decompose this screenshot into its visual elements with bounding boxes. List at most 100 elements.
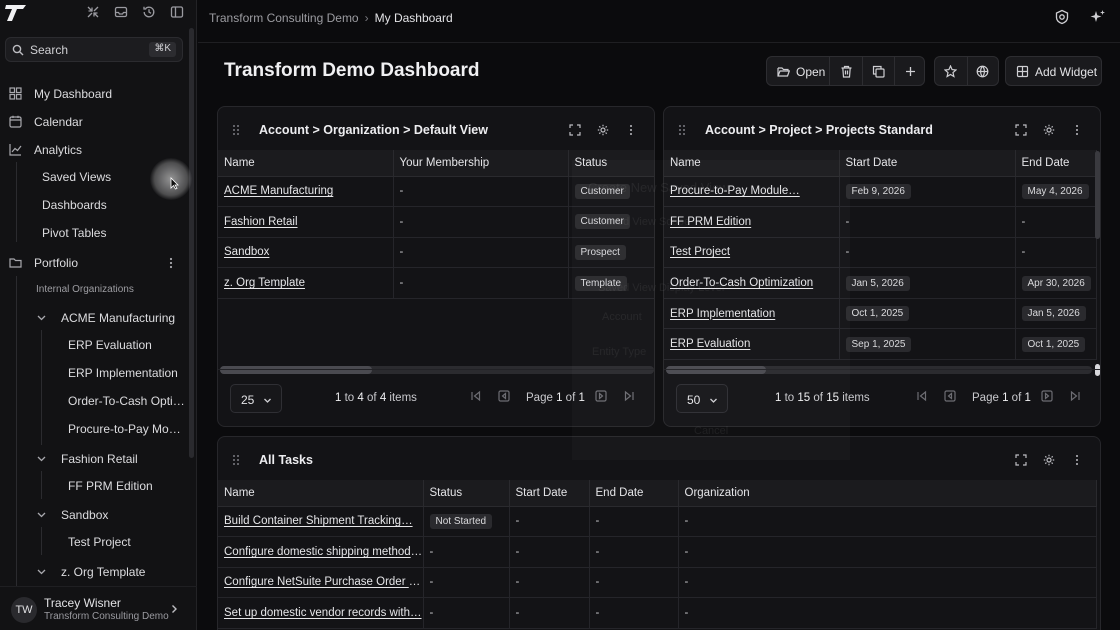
trash-icon[interactable] — [840, 65, 853, 78]
history-icon[interactable] — [142, 5, 156, 19]
sidebar-item-acme[interactable]: ACME Manufacturing — [0, 307, 188, 329]
previous-page-icon[interactable] — [944, 390, 956, 402]
start-date-badge: Feb 9, 2026 — [845, 183, 911, 199]
sidebar-item-fashion-retail[interactable]: Fashion Retail — [0, 448, 188, 470]
organization-name-link[interactable]: Fashion Retail — [218, 206, 394, 238]
breadcrumb-root[interactable]: Transform Consulting Demo — [209, 11, 359, 25]
organization-name-link[interactable]: z. Org Template — [218, 267, 394, 299]
sidebar-item-procure-to-pay[interactable]: Procure-to-Pay Mo… — [0, 418, 188, 440]
organization-cell: - — [678, 536, 1097, 568]
gear-icon[interactable] — [1043, 124, 1055, 136]
drag-handle-icon[interactable] — [232, 124, 240, 136]
column-header[interactable]: Start Date — [839, 150, 1016, 177]
drag-handle-icon[interactable] — [678, 124, 686, 136]
add-widget-button[interactable]: Add Widget — [1005, 56, 1102, 86]
gear-icon[interactable] — [1043, 454, 1055, 466]
tasks-table: Name Status Start Date End Date Organiza… — [218, 480, 1097, 629]
sidebar-item-sandbox[interactable]: Sandbox — [0, 504, 188, 526]
column-header[interactable]: End Date — [1015, 150, 1097, 177]
column-header[interactable]: Status — [423, 480, 510, 507]
sidebar-item-label: Fashion Retail — [61, 452, 138, 466]
more-vertical-icon[interactable] — [1071, 124, 1083, 136]
task-name-link[interactable]: Configure domestic shipping methods… — [218, 536, 424, 568]
column-header[interactable]: Organization — [678, 480, 1097, 507]
first-page-icon[interactable] — [916, 390, 928, 402]
column-header[interactable]: Name — [218, 480, 424, 507]
modal-ghost-account: Account — [602, 311, 642, 323]
sidebar-toggle-icon[interactable] — [170, 5, 184, 19]
star-icon[interactable] — [944, 65, 957, 78]
vertical-scrollbar[interactable] — [1095, 151, 1100, 239]
table-row[interactable]: Build Container Shipment Tracking… Not St… — [218, 506, 1097, 538]
chevron-right-icon — [172, 605, 177, 613]
sidebar-item-internal-organizations[interactable]: Internal Organizations — [0, 280, 188, 302]
end-date-badge: Apr 30, 2026 — [1021, 275, 1091, 291]
first-page-icon[interactable] — [470, 390, 482, 402]
task-name-link[interactable]: Build Container Shipment Tracking… — [218, 506, 424, 538]
ai-sparkle-icon[interactable] — [1090, 9, 1106, 25]
sidebar-item-pivot-tables[interactable]: Pivot Tables — [0, 222, 188, 244]
help-lifebuoy-icon[interactable] — [1054, 9, 1070, 25]
sidebar-item-analytics[interactable]: Analytics — [0, 139, 188, 161]
chevron-down-icon[interactable] — [36, 509, 47, 520]
sidebar-item-my-dashboard[interactable]: My Dashboard — [0, 83, 188, 105]
last-page-icon[interactable] — [1069, 390, 1081, 402]
sidebar-item-order-to-cash[interactable]: Order-To-Cash Opti… — [0, 390, 188, 412]
chevron-down-icon[interactable] — [36, 453, 47, 464]
column-header[interactable]: Start Date — [509, 480, 590, 507]
plus-icon[interactable] — [904, 65, 917, 78]
chevron-down-icon[interactable] — [36, 566, 47, 577]
breadcrumb-current: My Dashboard — [374, 11, 453, 25]
end-date-badge: May 4, 2026 — [1021, 183, 1089, 199]
sidebar-item-test-project[interactable]: Test Project — [0, 531, 188, 553]
globe-share-icon[interactable] — [976, 65, 989, 78]
open-button[interactable]: Open — [767, 57, 829, 85]
sidebar-item-erp-implementation[interactable]: ERP Implementation — [0, 362, 188, 384]
column-header[interactable]: Name — [218, 150, 394, 177]
sidebar-toolbar — [0, 0, 197, 28]
table-row[interactable]: Configure domestic shipping methods… - - - - — [218, 536, 1097, 568]
collapse-icon[interactable] — [86, 5, 100, 19]
modal-ghost-level: Saved View Display Level — [598, 282, 725, 294]
page-size-select[interactable]: 25 — [230, 384, 282, 413]
search-input[interactable]: Search ⌘K — [5, 37, 183, 62]
more-vertical-icon[interactable] — [625, 124, 637, 136]
organization-name-link[interactable]: ACME Manufacturing — [218, 176, 394, 208]
expand-icon[interactable] — [1015, 454, 1027, 466]
previous-page-icon[interactable] — [498, 390, 510, 402]
column-header[interactable]: End Date — [589, 480, 679, 507]
sidebar-item-label: ACME Manufacturing — [61, 311, 176, 325]
modal-ghost-entity: Entity Type — [592, 346, 647, 358]
sidebar-item-z-org-template[interactable]: z. Org Template — [0, 561, 188, 583]
more-vertical-icon[interactable] — [1071, 454, 1083, 466]
column-header[interactable]: Your Membership — [393, 150, 569, 177]
expand-icon[interactable] — [1015, 124, 1027, 136]
user-menu[interactable]: TW Tracey Wisner Transform Consulting De… — [0, 586, 197, 630]
app-logo-icon[interactable] — [4, 3, 28, 23]
sidebar-item-calendar[interactable]: Calendar — [0, 111, 188, 133]
search-shortcut: ⌘K — [149, 42, 176, 57]
chevron-down-icon — [264, 398, 271, 403]
chevron-down-icon[interactable] — [36, 312, 47, 323]
gear-icon[interactable] — [597, 124, 609, 136]
sidebar-item-ff-prm-edition[interactable]: FF PRM Edition — [0, 475, 188, 497]
sidebar-item-portfolio[interactable]: Portfolio — [0, 252, 188, 274]
sidebar-scrollbar[interactable] — [189, 28, 194, 458]
more-options-icon[interactable] — [167, 256, 175, 270]
range-to: to — [344, 392, 355, 404]
drag-handle-icon[interactable] — [232, 454, 240, 466]
toolbar-divider — [967, 57, 968, 85]
duplicate-icon[interactable] — [872, 65, 885, 78]
range-start: 1 — [335, 392, 342, 404]
next-page-icon[interactable] — [1041, 390, 1053, 402]
table-row[interactable]: Set up domestic vendor records with… - - - - — [218, 597, 1097, 629]
expand-icon[interactable] — [569, 124, 581, 136]
table-row[interactable]: Configure NetSuite Purchase Order (P… - - -… — [218, 567, 1097, 599]
start-date-cell: - — [509, 506, 590, 538]
inbox-icon[interactable] — [114, 5, 128, 19]
task-name-link[interactable]: Set up domestic vendor records with… — [218, 597, 424, 629]
organization-name-link[interactable]: Sandbox — [218, 237, 394, 269]
status-badge: - — [429, 576, 434, 589]
sidebar-item-erp-evaluation[interactable]: ERP Evaluation — [0, 334, 188, 356]
task-name-link[interactable]: Configure NetSuite Purchase Order (P… — [218, 567, 424, 599]
